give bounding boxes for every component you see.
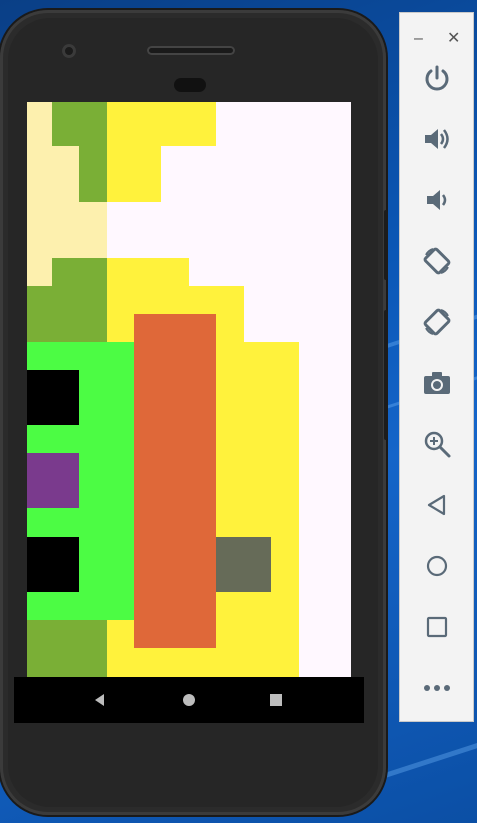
zoom-in-icon: [424, 431, 451, 458]
camera-icon: [424, 372, 450, 394]
zoom-button[interactable]: [417, 424, 457, 464]
yellow-block: [107, 102, 216, 146]
overview-button[interactable]: [417, 607, 457, 647]
power-icon: [425, 65, 449, 91]
volume-up-icon: [425, 129, 449, 149]
close-button[interactable]: ✕: [447, 31, 460, 47]
more-dots-icon: [424, 685, 450, 691]
nav-recents-button[interactable]: [256, 677, 296, 723]
yellow-block: [107, 146, 161, 202]
front-camera-icon: [62, 44, 76, 58]
black-block: [27, 370, 79, 425]
triangle-back-icon: [427, 494, 446, 516]
proximity-sensor: [174, 78, 206, 92]
purple-block: [27, 453, 79, 508]
minimize-button[interactable]: –: [414, 31, 423, 47]
home-icon: [183, 694, 195, 706]
olive-block: [79, 146, 107, 202]
emulator-toolbar: – ✕: [399, 12, 474, 722]
olive-block: [52, 258, 107, 286]
rotate-right-button[interactable]: [417, 302, 457, 342]
power-button[interactable]: [417, 58, 457, 98]
nav-home-button[interactable]: [169, 677, 209, 723]
earpiece-speaker: [147, 46, 235, 55]
rotate-left-button[interactable]: [417, 241, 457, 281]
olive-block: [52, 102, 107, 146]
screenshot-button[interactable]: [417, 363, 457, 403]
nav-back-button[interactable]: [80, 677, 120, 723]
device-screen[interactable]: [27, 102, 351, 677]
gray-block: [216, 537, 271, 592]
power-side-button[interactable]: [384, 210, 388, 280]
black-block: [27, 537, 79, 592]
volume-down-icon: [427, 190, 447, 210]
back-button[interactable]: [417, 485, 457, 525]
circle-home-icon: [426, 555, 448, 577]
olive-block: [27, 286, 107, 342]
orange-block: [134, 314, 216, 648]
rotate-right-icon: [423, 308, 451, 336]
volume-up-button[interactable]: [417, 119, 457, 159]
olive-block: [27, 620, 107, 677]
volume-down-button[interactable]: [417, 180, 457, 220]
home-button[interactable]: [417, 546, 457, 586]
square-overview-icon: [426, 616, 448, 638]
device-navigation-bar: [14, 677, 364, 723]
yellow-block: [107, 258, 189, 286]
back-icon: [95, 694, 104, 706]
volume-side-button[interactable]: [384, 310, 388, 440]
recents-icon: [270, 694, 282, 706]
rotate-left-icon: [423, 247, 451, 275]
more-button[interactable]: [417, 668, 457, 708]
